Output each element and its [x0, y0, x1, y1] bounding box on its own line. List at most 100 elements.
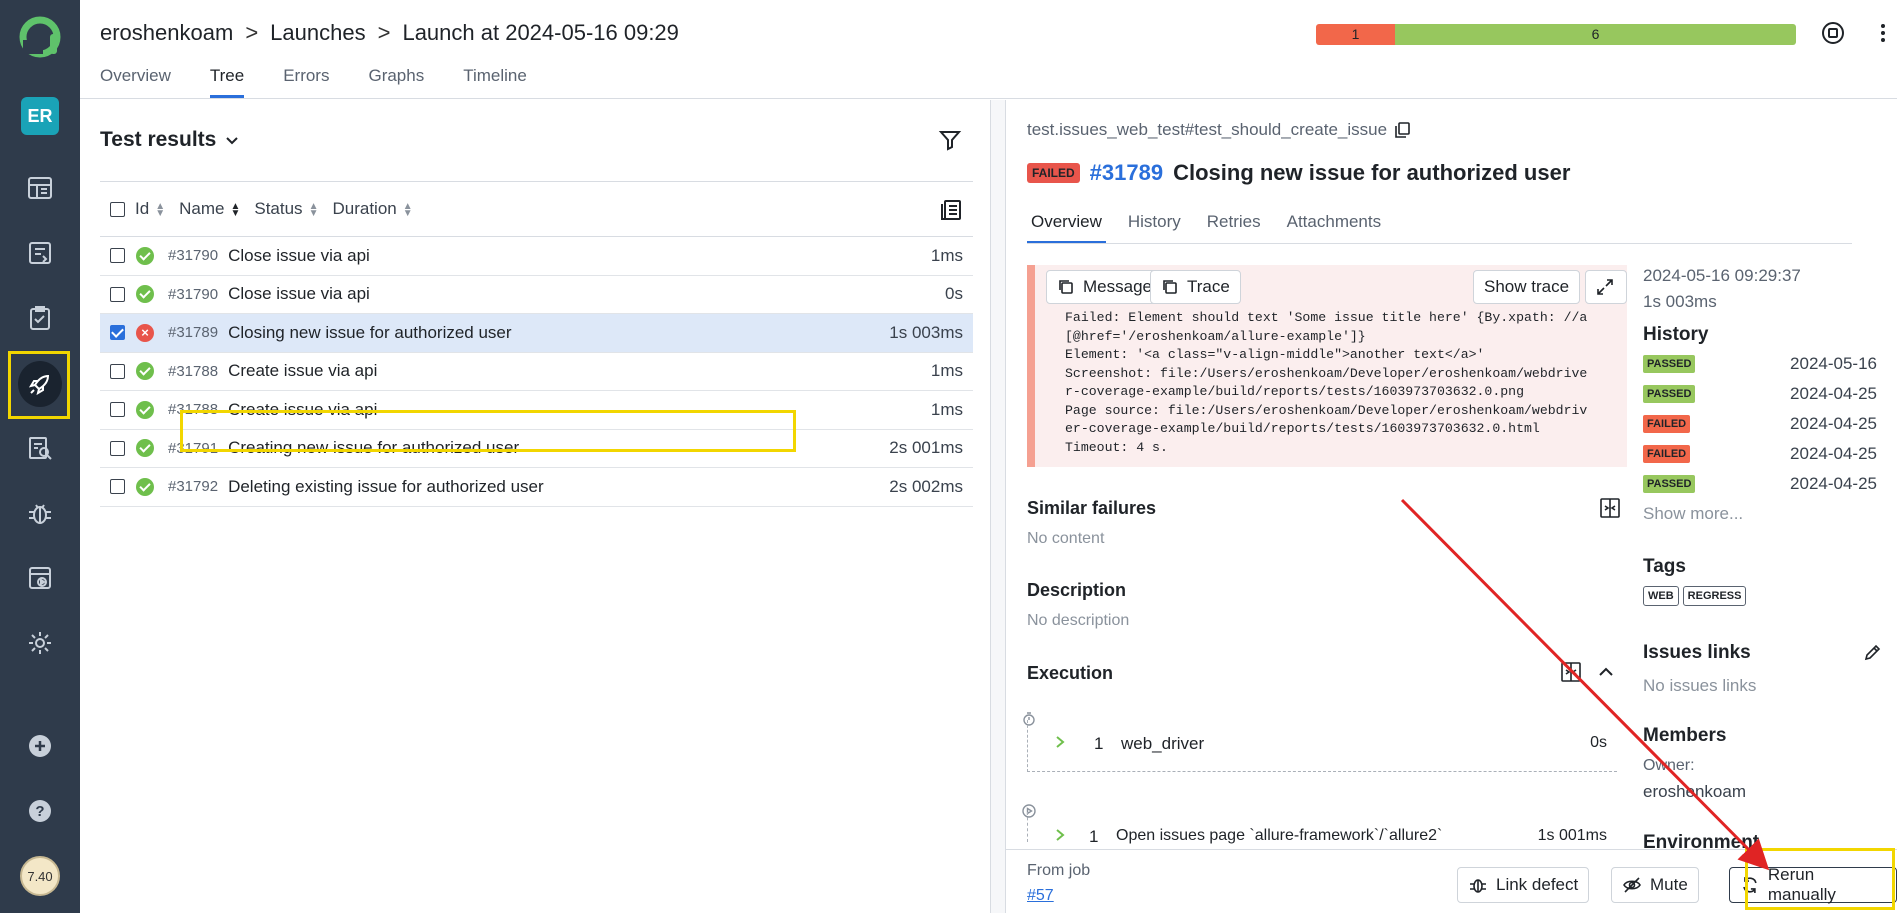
owner-label: Owner:: [1643, 757, 1695, 774]
test-results-title[interactable]: Test results: [100, 128, 240, 152]
column-duration[interactable]: Duration ▲ ▼: [332, 199, 412, 219]
test-plans-icon[interactable]: [12, 290, 68, 346]
tab-timeline[interactable]: Timeline: [463, 66, 527, 98]
chevron-up-icon[interactable]: [1596, 662, 1616, 682]
column-status[interactable]: Status ▲ ▼: [254, 199, 318, 219]
row-checkbox[interactable]: [110, 248, 125, 264]
launches-rocket-icon[interactable]: [12, 356, 68, 412]
rerun-highlight: [1745, 848, 1895, 910]
mute-button[interactable]: Mute: [1611, 867, 1699, 903]
link-defect-button[interactable]: Link defect: [1457, 867, 1590, 903]
select-all-checkbox[interactable]: [110, 201, 125, 217]
launch-statistic-bar[interactable]: 1 6: [1316, 24, 1796, 45]
column-settings-icon[interactable]: [939, 198, 963, 222]
mute-eye-off-icon: [1623, 877, 1641, 893]
analytics-icon[interactable]: [12, 420, 68, 476]
row-checkbox[interactable]: [110, 440, 125, 456]
passed-status-icon: [136, 246, 154, 265]
execution-step[interactable]: 1 Open issues page `allure-framework`/`a…: [1027, 812, 1617, 846]
help-icon[interactable]: ?: [12, 783, 68, 839]
expand-button[interactable]: [1585, 270, 1627, 304]
row-checkbox[interactable]: [110, 479, 125, 495]
project-avatar[interactable]: ER: [21, 97, 59, 135]
execution-step[interactable]: 1 web_driver 0s: [1027, 720, 1617, 772]
user-avatar[interactable]: 7.40: [20, 856, 60, 896]
row-checkbox-checked[interactable]: [110, 325, 125, 341]
tag[interactable]: REGRESS: [1682, 586, 1747, 606]
jobs-icon[interactable]: [12, 550, 68, 606]
tags-list: WEB REGRESS: [1643, 586, 1750, 606]
defects-bug-icon[interactable]: [12, 485, 68, 541]
history-item[interactable]: PASSED 2024-04-25: [1643, 473, 1877, 495]
column-name[interactable]: Name ▲ ▼: [179, 199, 240, 219]
tab-errors[interactable]: Errors: [283, 66, 329, 98]
table-row[interactable]: #31792 Deleting existing issue for autho…: [100, 468, 973, 507]
show-more-link[interactable]: Show more...: [1643, 504, 1743, 524]
passed-status-icon: [136, 285, 154, 304]
tab-retries[interactable]: Retries: [1203, 212, 1265, 244]
table-row-selected[interactable]: × #31789 Closing new issue for authorize…: [100, 314, 973, 353]
edit-pencil-icon[interactable]: [1862, 643, 1882, 663]
history-item[interactable]: PASSED 2024-05-16: [1643, 353, 1877, 375]
passed-status-icon: [136, 439, 154, 458]
settings-gear-icon[interactable]: [12, 615, 68, 671]
history-status: PASSED: [1643, 355, 1696, 373]
breadcrumb-launch: Launch at 2024-05-16 09:29: [402, 20, 679, 45]
owner-name: eroshenkoam: [1643, 782, 1747, 801]
add-icon[interactable]: [12, 718, 68, 774]
tabs-divider: [1027, 243, 1852, 244]
tab-overview[interactable]: Overview: [100, 66, 171, 98]
test-result-details: test.issues_web_test#test_should_create_…: [1006, 100, 1897, 913]
message-button[interactable]: Message: [1046, 270, 1163, 304]
copy-icon[interactable]: [1393, 121, 1411, 139]
launch-tabs: Overview Tree Errors Graphs Timeline: [100, 66, 527, 98]
tab-tree[interactable]: Tree: [209, 66, 245, 98]
allure-logo-icon[interactable]: [17, 14, 63, 60]
show-trace-label: Show trace: [1484, 277, 1570, 296]
column-id[interactable]: Id ▲ ▼: [135, 199, 165, 219]
more-vertical-icon[interactable]: [1870, 20, 1896, 46]
row-checkbox[interactable]: [110, 286, 125, 302]
filter-icon[interactable]: [938, 128, 962, 152]
column-name-label: Name: [179, 199, 225, 218]
compare-icon[interactable]: [1598, 496, 1622, 520]
table-row[interactable]: #31790 Close issue via api 0s: [100, 276, 973, 314]
table-row[interactable]: #31788 Create issue via api 1ms: [100, 353, 973, 391]
table-row[interactable]: #31790 Close issue via api 1ms: [100, 237, 973, 276]
row-id: #31790: [168, 285, 219, 303]
row-id: #31788: [168, 362, 219, 380]
chevron-down-icon: [226, 137, 239, 145]
test-cases-icon[interactable]: [12, 225, 68, 281]
history-item[interactable]: FAILED 2024-04-25: [1643, 413, 1877, 435]
panel-resize-handle[interactable]: [990, 100, 1006, 913]
row-checkbox[interactable]: [110, 363, 125, 379]
row-checkbox[interactable]: [110, 402, 125, 418]
selected-row-highlight: [180, 410, 796, 452]
stop-icon[interactable]: [1820, 20, 1846, 46]
history-item[interactable]: FAILED 2024-04-25: [1643, 443, 1877, 465]
breadcrumb-launches[interactable]: Launches: [270, 20, 365, 46]
job-link[interactable]: #57: [1027, 887, 1054, 905]
compare-icon[interactable]: [1559, 660, 1583, 684]
step-number: 1: [1094, 734, 1104, 753]
test-results-panel: Test results Id ▲ ▼ Name ▲ ▼ Status ▲ ▼ Durati…: [80, 100, 990, 913]
row-duration: 1ms: [930, 245, 963, 265]
failed-status-icon: ×: [136, 323, 154, 342]
column-id-label: Id: [135, 199, 150, 218]
dashboards-icon[interactable]: [12, 160, 68, 216]
test-path-text: test.issues_web_test#test_should_create_…: [1027, 120, 1388, 139]
history-status: PASSED: [1643, 475, 1696, 493]
show-trace-button[interactable]: Show trace: [1473, 270, 1581, 304]
history-date: 2024-04-25: [1790, 384, 1877, 403]
sort-icon: ▲ ▼: [308, 200, 319, 219]
tab-attachments[interactable]: Attachments: [1283, 212, 1386, 244]
message-label: Message: [1083, 277, 1152, 296]
tag[interactable]: WEB: [1643, 586, 1679, 606]
history-item[interactable]: PASSED 2024-04-25: [1643, 383, 1877, 405]
test-id-link[interactable]: #31789: [1090, 160, 1163, 186]
tab-result-overview[interactable]: Overview: [1027, 212, 1106, 244]
tab-graphs[interactable]: Graphs: [368, 66, 424, 98]
tab-history[interactable]: History: [1124, 212, 1185, 244]
trace-button[interactable]: Trace: [1150, 270, 1241, 304]
breadcrumb-project[interactable]: eroshenkoam: [100, 20, 233, 46]
